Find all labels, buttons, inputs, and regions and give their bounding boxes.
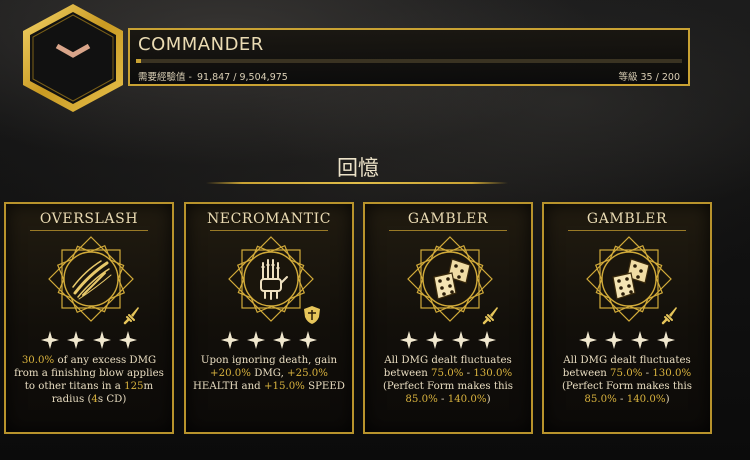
star-icon xyxy=(579,331,597,349)
rarity-stars xyxy=(365,331,531,349)
level-label: 等級 xyxy=(618,72,638,83)
stat-value: 130.0% xyxy=(473,368,513,379)
section-title: 回憶 xyxy=(337,156,379,180)
star-icon xyxy=(67,331,85,349)
star-icon xyxy=(299,331,317,349)
stat-value: 85.0% xyxy=(405,394,438,405)
star-icon xyxy=(631,331,649,349)
desc-text: s CD) xyxy=(97,394,127,405)
sword-badge-icon xyxy=(123,305,141,325)
memory-card[interactable]: OVERSLASH 30.0% of any excess DMG from a… xyxy=(4,202,174,434)
desc-text: HEALTH and xyxy=(193,381,264,392)
card-title-divider xyxy=(389,230,507,231)
memory-card[interactable]: GAMBLER All DMG dealt fluctuates between… xyxy=(542,202,712,434)
desc-text: ) xyxy=(486,394,491,405)
star-icon xyxy=(426,331,444,349)
rarity-stars xyxy=(6,331,172,349)
desc-text: DMG, xyxy=(250,368,288,379)
stat-value: +15.0% xyxy=(263,381,305,392)
memory-card[interactable]: GAMBLER All DMG dealt fluctuates between… xyxy=(363,202,533,434)
card-description: All DMG dealt fluctuates between 75.0% -… xyxy=(371,354,525,406)
star-icon xyxy=(41,331,59,349)
desc-text: - xyxy=(616,394,627,405)
stat-value: 75.0% xyxy=(431,368,464,379)
star-icon xyxy=(247,331,265,349)
card-description: Upon ignoring death, gain +20.0% DMG, +2… xyxy=(192,354,346,393)
desc-text: - xyxy=(642,368,653,379)
stat-value: 85.0% xyxy=(584,394,617,405)
xp-label: 需要經驗值 - xyxy=(138,72,192,83)
stat-value: 30.0% xyxy=(21,355,55,366)
desc-text: ) xyxy=(665,394,670,405)
stat-value: +20.0% xyxy=(210,368,251,379)
card-title: GAMBLER xyxy=(586,211,668,227)
card-description: All DMG dealt fluctuates between 75.0% -… xyxy=(550,354,704,406)
card-title: OVERSLASH xyxy=(39,211,139,227)
rarity-stars xyxy=(544,331,710,349)
stat-value: 130.0% xyxy=(652,368,692,379)
profile-header-bar[interactable]: COMMANDER 需要經驗值 - 91,847 / 9,504,975 等級 … xyxy=(128,28,690,86)
desc-text: - xyxy=(437,394,448,405)
chevron-rank-icon xyxy=(54,42,92,60)
level-readout: 等級 35 / 200 xyxy=(618,69,680,83)
star-icon xyxy=(605,331,623,349)
xp-readout: 需要經驗值 - 91,847 / 9,504,975 xyxy=(138,69,288,83)
star-icon xyxy=(452,331,470,349)
star-icon xyxy=(221,331,239,349)
xp-progress-track xyxy=(136,59,682,63)
stat-value: +25.0% xyxy=(287,368,328,379)
level-max: 200 xyxy=(661,72,680,83)
card-title-divider xyxy=(210,230,328,231)
star-icon xyxy=(273,331,291,349)
xp-current: 91,847 xyxy=(196,72,231,83)
desc-text: (Perfect Form makes this xyxy=(561,381,693,392)
desc-text: Upon ignoring death, gain xyxy=(200,355,338,366)
card-title: GAMBLER xyxy=(407,211,489,227)
stat-value: 140.0% xyxy=(447,394,487,405)
level-current: 35 xyxy=(640,72,653,83)
player-title: COMMANDER xyxy=(138,34,264,55)
card-title-divider xyxy=(568,230,686,231)
memory-card[interactable]: NECROMANTIC Upon ignoring death, gain +2… xyxy=(184,202,354,434)
desc-text: (Perfect Form makes this xyxy=(382,381,514,392)
stat-value: 125 xyxy=(124,381,144,392)
card-description: 30.0% of any excess DMG from a finishing… xyxy=(12,354,166,406)
sword-badge-icon xyxy=(661,305,679,325)
star-icon xyxy=(119,331,137,349)
xp-progress-fill xyxy=(136,59,142,63)
star-icon xyxy=(93,331,111,349)
star-icon xyxy=(657,331,675,349)
desc-text: - xyxy=(463,368,474,379)
stat-value: 75.0% xyxy=(610,368,643,379)
desc-text: SPEED xyxy=(304,381,345,392)
card-title: NECROMANTIC xyxy=(206,211,332,227)
xp-total: 9,504,975 xyxy=(239,72,288,83)
rarity-stars xyxy=(186,331,352,349)
stat-value: 140.0% xyxy=(626,394,666,405)
star-icon xyxy=(400,331,418,349)
card-title-divider xyxy=(30,230,148,231)
section-divider xyxy=(206,182,508,184)
star-icon xyxy=(478,331,496,349)
sword-badge-icon xyxy=(482,305,500,325)
shield-badge-icon xyxy=(303,305,321,325)
level-separator: / xyxy=(652,72,662,83)
